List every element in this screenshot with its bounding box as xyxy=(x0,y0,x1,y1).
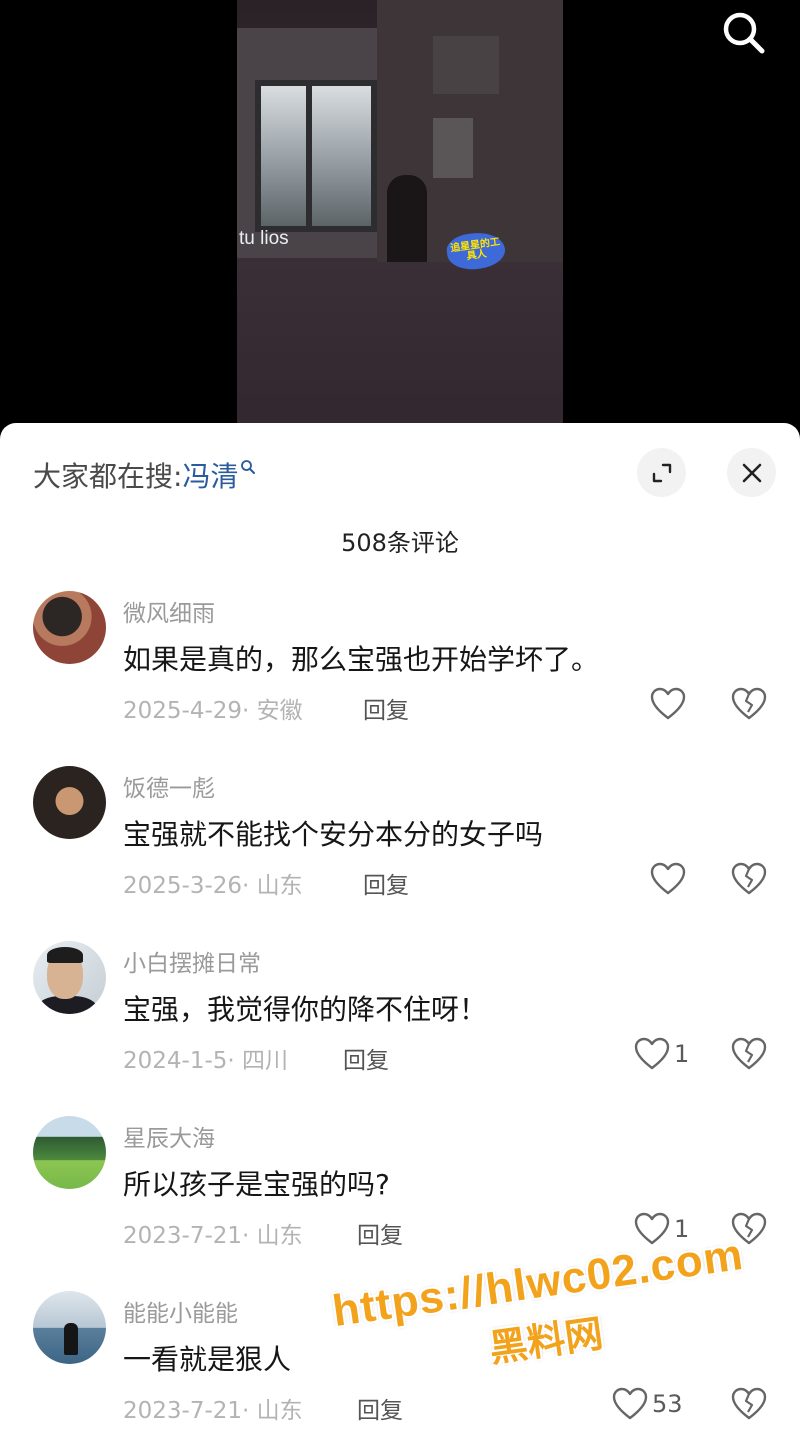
search-icon xyxy=(723,12,765,54)
comment-item[interactable]: 饭德一彪 宝强就不能找个安分本分的女子吗 2025-3-26· 山东 回复 xyxy=(0,766,800,936)
screen: tu lios 追星星的工具人 大家都在搜:冯清 508条评论 微风细雨 如果是… xyxy=(0,0,800,1434)
comment-text: 宝强，我觉得你的降不住呀！ xyxy=(123,993,488,1026)
video-scene-ac-unit xyxy=(433,36,499,94)
heart-icon xyxy=(634,1212,670,1245)
reply-button[interactable]: 回复 xyxy=(363,691,409,725)
reply-button[interactable]: 回复 xyxy=(343,1041,389,1075)
broken-heart-icon xyxy=(731,862,767,895)
comment-username[interactable]: 小白摆摊日常 xyxy=(123,944,261,978)
heart-icon xyxy=(650,687,686,720)
avatar[interactable] xyxy=(33,1116,106,1189)
video-overlay-text: tu lios xyxy=(239,228,289,249)
comment-text: 一看就是狠人 xyxy=(123,1343,292,1376)
like-count: 1 xyxy=(674,1215,690,1243)
comment-date-location: 2023-7-21· 山东 xyxy=(123,1223,303,1249)
avatar[interactable] xyxy=(33,1291,106,1364)
close-button[interactable] xyxy=(727,448,776,497)
heart-icon xyxy=(650,862,686,895)
video-scene-ground xyxy=(237,262,563,430)
video-scene-window xyxy=(255,80,377,232)
small-search-icon xyxy=(241,460,256,474)
dislike-button[interactable] xyxy=(731,1209,767,1249)
dislike-button[interactable] xyxy=(731,684,767,724)
search-button[interactable] xyxy=(718,8,770,58)
video-scene-person xyxy=(387,175,427,270)
comment-username[interactable]: 饭德一彪 xyxy=(123,769,215,803)
broken-heart-icon xyxy=(731,1212,767,1245)
avatar-hair xyxy=(47,947,83,963)
comment-username[interactable]: 能能小能能 xyxy=(123,1294,238,1328)
reply-button[interactable]: 回复 xyxy=(357,1391,403,1425)
broken-heart-icon xyxy=(731,687,767,720)
dislike-button[interactable] xyxy=(731,1034,767,1074)
avatar-figure xyxy=(64,1323,78,1355)
trending-search-hint[interactable]: 大家都在搜:冯清 xyxy=(33,455,256,495)
heart-icon xyxy=(634,1037,670,1070)
trending-search-prefix: 大家都在搜: xyxy=(33,460,183,493)
dislike-button[interactable] xyxy=(731,1384,767,1424)
comment-username[interactable]: 星辰大海 xyxy=(123,1119,215,1153)
like-button[interactable]: 1 xyxy=(634,1034,689,1074)
video-scene-panel xyxy=(433,118,473,178)
avatar[interactable] xyxy=(33,766,106,839)
avatar[interactable] xyxy=(33,941,106,1014)
comment-item[interactable]: 微风细雨 如果是真的，那么宝强也开始学坏了。 2025-4-29· 安徽 回复 xyxy=(0,591,800,761)
comment-date-location: 2024-1-5· 四川 xyxy=(123,1048,289,1074)
reply-button[interactable]: 回复 xyxy=(357,1216,403,1250)
comment-text: 所以孩子是宝强的吗? xyxy=(123,1168,390,1201)
like-count: 1 xyxy=(674,1040,690,1068)
reply-button[interactable]: 回复 xyxy=(363,866,409,900)
broken-heart-icon xyxy=(731,1387,767,1420)
expand-icon xyxy=(652,463,671,482)
comment-text: 宝强就不能找个安分本分的女子吗 xyxy=(123,818,544,851)
video-player[interactable]: tu lios 追星星的工具人 xyxy=(237,0,563,430)
heart-icon xyxy=(612,1387,648,1420)
comment-count: 508条评论 xyxy=(341,529,459,557)
comment-item[interactable]: 小白摆摊日常 宝强，我觉得你的降不住呀！ 2024-1-5· 四川 回复 1 xyxy=(0,941,800,1111)
like-button[interactable] xyxy=(650,684,690,724)
like-button[interactable]: 53 xyxy=(612,1384,683,1424)
like-button[interactable] xyxy=(650,859,690,899)
close-icon xyxy=(742,463,761,482)
trending-search-term[interactable]: 冯清 xyxy=(182,460,238,493)
comment-username[interactable]: 微风细雨 xyxy=(123,594,215,628)
like-button[interactable]: 1 xyxy=(634,1209,689,1249)
comment-date-location: 2023-7-21· 山东 xyxy=(123,1398,303,1424)
comment-sheet: 大家都在搜:冯清 508条评论 微风细雨 如果是真的，那么宝强也开始学坏了。 2… xyxy=(0,423,800,1434)
comment-item[interactable]: 星辰大海 所以孩子是宝强的吗? 2023-7-21· 山东 回复 1 xyxy=(0,1116,800,1286)
like-count: 53 xyxy=(652,1390,683,1418)
broken-heart-icon xyxy=(731,1037,767,1070)
comment-item[interactable]: 能能小能能 一看就是狠人 2023-7-21· 山东 回复 53 xyxy=(0,1291,800,1434)
dislike-button[interactable] xyxy=(731,859,767,899)
comment-date-location: 2025-3-26· 山东 xyxy=(123,873,303,899)
comment-date-location: 2025-4-29· 安徽 xyxy=(123,698,303,724)
comment-text: 如果是真的，那么宝强也开始学坏了。 xyxy=(123,643,600,676)
avatar[interactable] xyxy=(33,591,106,664)
expand-button[interactable] xyxy=(637,448,686,497)
video-area[interactable]: tu lios 追星星的工具人 xyxy=(0,0,800,440)
